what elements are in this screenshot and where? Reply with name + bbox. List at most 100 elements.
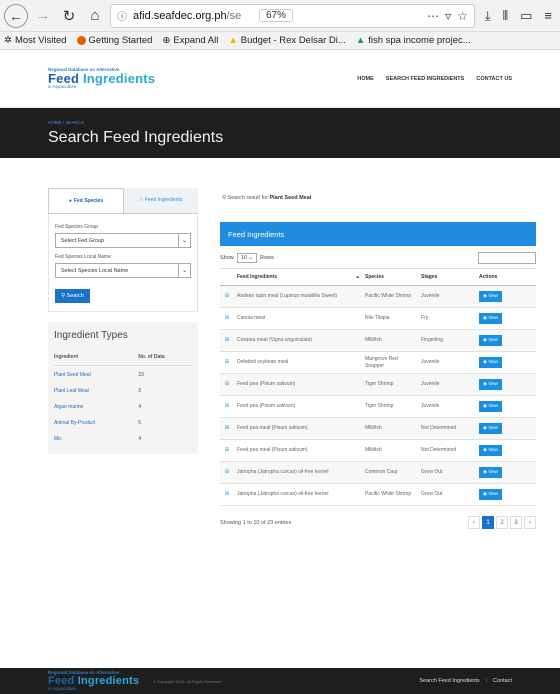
species-local-name-select[interactable]: Select Species Local Name ⌄ [55,263,191,278]
table-row: ⊞ Andean lupin meal (Lupinus mutabilis Sw… [220,285,536,308]
view-button[interactable]: ◉ View [479,489,502,500]
ingredient-type-count: 23 [138,372,144,378]
table-row: ⊞ Jatropha (Jatropha curcas) oil-free ker… [220,461,536,484]
view-button[interactable]: ◉ View [479,467,502,478]
footer-link-contact[interactable]: Contact [493,678,512,684]
table-row: ⊞ Feed pea (Pisum sativum) Tiger Shrimp Juv… [220,373,536,396]
search-button[interactable]: ⚲ Search [55,289,90,303]
bookmark-star-icon[interactable]: ☆ [457,9,468,23]
more-icon[interactable]: ⋯ [427,9,439,23]
ingredient-type-link[interactable]: Mic [54,430,138,446]
page-next[interactable]: › [524,516,536,529]
reload-icon[interactable]: ↻ [58,5,80,27]
breadcrumb[interactable]: HOME / SEARCH [48,120,512,125]
bookmark-expand-all[interactable]: ⊕ Expand All [162,35,218,46]
ingredient-type-count: 4 [138,436,142,442]
table-row: ⊞ Cowpea meal (Vigna unguiculata) Milkfish… [220,329,536,352]
nav-search-feed-ingredients[interactable]: SEARCH FEED INGREDIENTS [386,76,465,82]
tab-fed-species[interactable]: ● Fed Species [48,188,124,213]
table-row: ⊞ Feed pea meal (Pisum sativum) Milkfish No… [220,417,536,440]
cell-ingredient: Andean lupin meal (Lupinus mutabilis Swe… [234,285,362,308]
cell-stage: Grow Out [418,461,476,484]
chevron-down-icon: ⌄ [178,264,190,277]
table-row: ⊞ Feed pea meal (Pisum sativum) Milkfish No… [220,439,536,462]
ingredient-type-link[interactable]: Animal By-Product [54,414,138,430]
view-button[interactable]: ◉ View [479,379,502,390]
expand-row-icon[interactable]: ⊞ [220,329,234,352]
view-button[interactable]: ◉ View [479,291,502,302]
forward-icon[interactable]: → [32,5,54,27]
cell-species: Milkfish [362,439,418,462]
page-banner: HOME / SEARCH Search Feed Ingredients [0,108,560,158]
expand-row-icon[interactable]: ⊞ [220,483,234,506]
ingredient-type-count: 5 [138,420,142,426]
view-button[interactable]: ◉ View [479,401,502,412]
expand-row-icon[interactable]: ⊞ [220,307,234,330]
cell-ingredient: Canola meal [234,307,362,330]
types-header-ingredient: Ingredient [54,351,139,366]
chevron-down-icon: ⌄ [178,234,190,247]
ingredient-types-title: Ingredient Types [54,330,128,341]
ingredient-type-link[interactable]: Plant Seed Meal [54,366,138,383]
cell-ingredient: Cowpea meal (Vigna unguiculata) [234,329,362,352]
cell-species: Mangrove Red Snapper [362,351,418,374]
bookmark-fish-spa[interactable]: ▲ fish spa income projec... [356,35,471,46]
local-name-label: Fed Species Local Name [55,254,111,260]
cell-ingredient: Feed pea (Pisum sativum) [234,395,362,418]
bookmark-getting-started[interactable]: Getting Started [76,35,152,46]
zoom-level[interactable]: 67% [259,9,294,22]
view-button[interactable]: ◉ View [479,423,502,434]
page-1[interactable]: 1 [482,516,494,529]
ingredient-type-link[interactable]: Algae marine [54,398,138,414]
menu-icon[interactable]: ≡ [544,8,552,24]
url-bar[interactable]: ⓘ afid.seafdec.org.ph/se 67% ⋯ ▿ ☆ [110,3,475,28]
nav-contact-us[interactable]: CONTACT US [476,76,512,82]
page-2[interactable]: 2 [496,516,508,529]
page-3[interactable]: 3 [510,516,522,529]
expand-row-icon[interactable]: ⊞ [220,461,234,484]
pocket-icon[interactable]: ▿ [445,9,451,23]
bookmark-most-visited[interactable]: ✲ Most Visited [4,35,67,46]
info-icon[interactable]: ⓘ [117,8,127,23]
page-prev[interactable]: ‹ [468,516,480,529]
types-header-count: No. of Data [138,351,192,366]
page-title: Search Feed Ingredients [48,129,224,146]
cell-actions: ◉ View [476,395,536,418]
cell-ingredient: Feed pea (Pisum sativum) [234,373,362,396]
download-icon[interactable]: ⤓ [485,8,491,24]
header-species[interactable]: Species [362,268,418,286]
expand-row-icon[interactable]: ⊞ [220,439,234,462]
bookmark-budget[interactable]: ▲ Budget - Rex Delsar Di... [228,35,345,46]
ingredient-type-link[interactable]: Plant Leaf Meal [54,382,138,398]
cell-stage: Fingerling [418,329,476,352]
ingredient-types-box: Ingredient Types Ingredient No. of Data … [48,322,198,454]
expand-row-icon[interactable]: ⊞ [220,351,234,374]
expand-row-icon[interactable]: ⊞ [220,285,234,308]
header-stages[interactable]: Stages [418,268,476,286]
sidebar-icon[interactable]: ▭ [520,8,532,24]
home-icon[interactable]: ⌂ [84,5,106,27]
fed-group-select[interactable]: Select Fed Group ⌄ [55,233,191,248]
view-button[interactable]: ◉ View [479,445,502,456]
expand-row-icon[interactable]: ⊞ [220,373,234,396]
expand-row-icon[interactable]: ⊞ [220,395,234,418]
back-icon[interactable]: ← [4,3,28,28]
show-label: Show [220,255,234,261]
circle-icon: ○ [139,197,143,204]
view-button[interactable]: ◉ View [479,335,502,346]
cell-stage: Juvenile [418,395,476,418]
expand-row-icon[interactable]: ⊞ [220,417,234,440]
nav-home[interactable]: HOME [357,76,374,82]
table-filter-input[interactable] [478,252,536,264]
footer-link-search[interactable]: Search Feed Ingredients [419,678,479,684]
ingredients-table: Feed Ingredients ▴ Species Stages Actions… [220,268,536,506]
view-button[interactable]: ◉ View [479,313,502,324]
view-button[interactable]: ◉ View [479,357,502,368]
footer-logo[interactable]: Regional Database on Alternative Feed In… [48,670,139,691]
rows-per-page-select[interactable]: 10 ⌄ [236,253,258,263]
cell-species: Milkfish [362,329,418,352]
header-feed-ingredients[interactable]: Feed Ingredients ▴ [234,268,362,286]
tab-feed-ingredients[interactable]: ○ Feed Ingredients [124,188,198,213]
library-icon[interactable]: ⫴ [503,8,508,24]
site-logo[interactable]: Regional Database on Alternative Feed In… [48,67,155,90]
